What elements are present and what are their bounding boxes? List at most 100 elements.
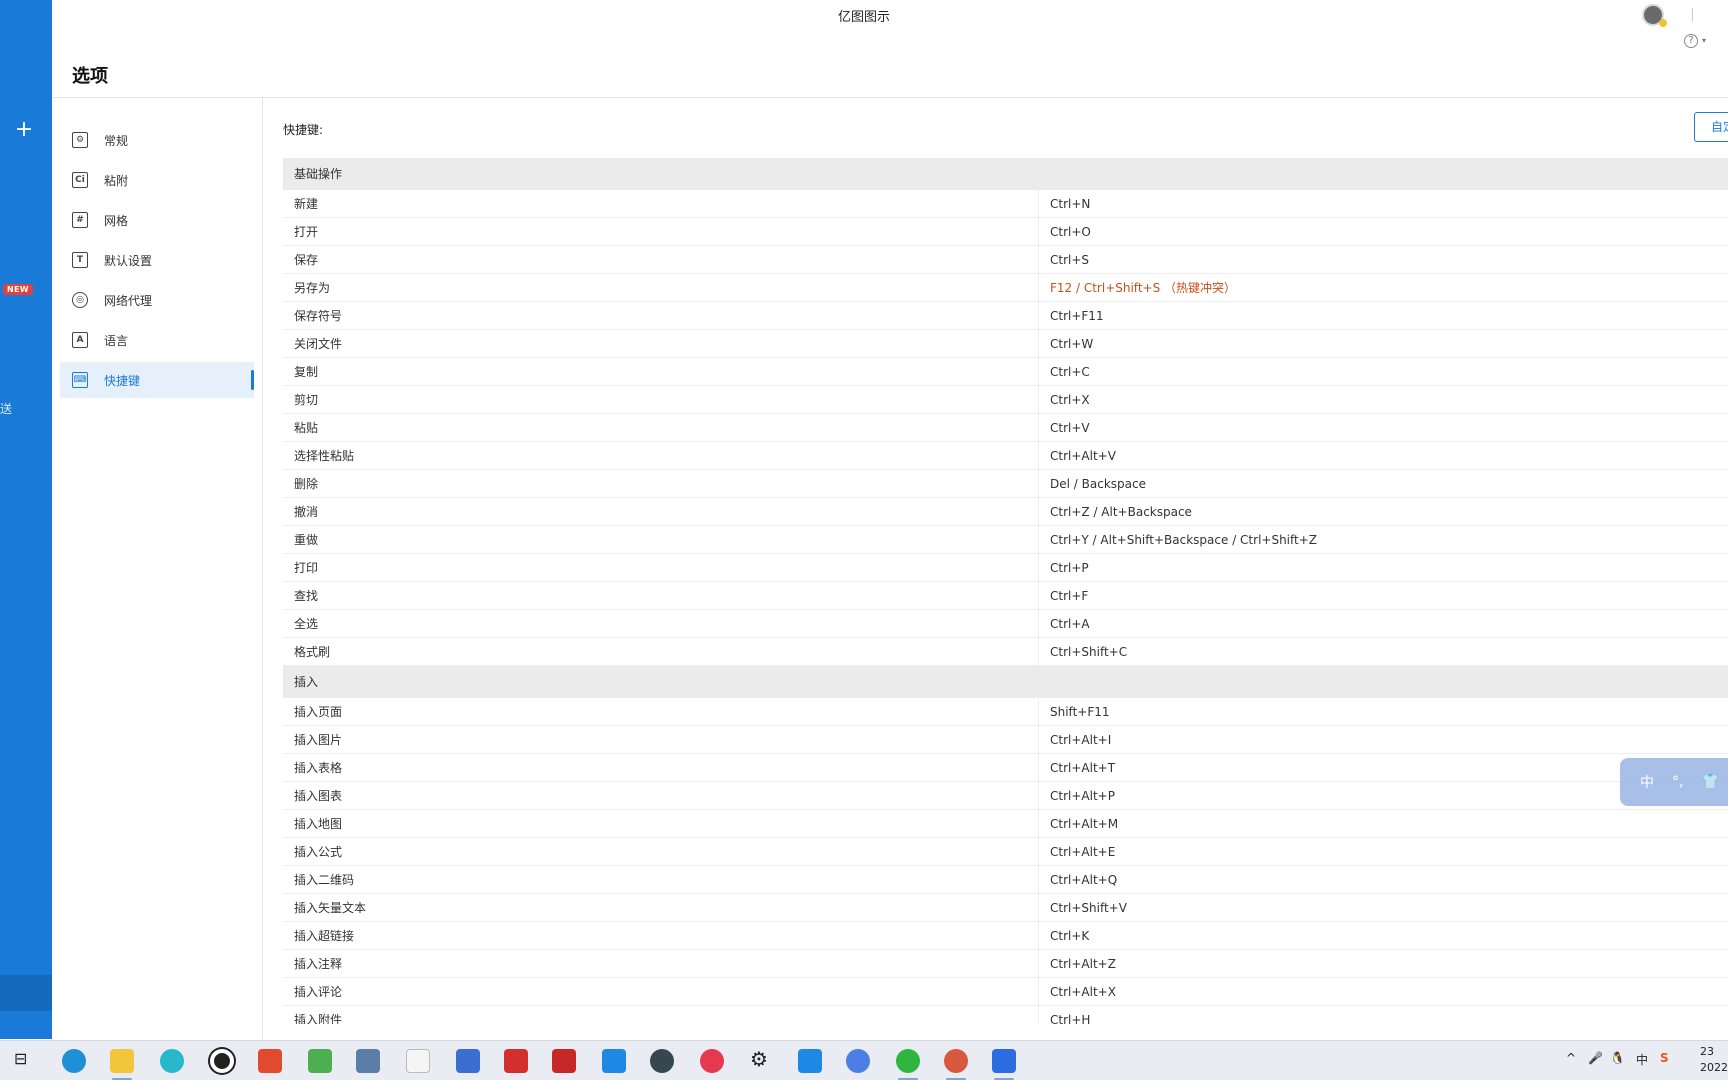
app-icon-colorful[interactable]	[258, 1049, 282, 1073]
table-row[interactable]: 查找 Ctrl+F	[283, 582, 1728, 610]
table-row[interactable]: 插入二维码 Ctrl+Alt+Q	[283, 866, 1728, 894]
table-row[interactable]: 插入矢量文本 Ctrl+Shift+V	[283, 894, 1728, 922]
table-row[interactable]: 全选 Ctrl+A	[283, 610, 1728, 638]
table-row[interactable]: 剪切 Ctrl+X	[283, 386, 1728, 414]
shortcut-keys[interactable]: Ctrl+Y / Alt+Shift+Backspace / Ctrl+Shif…	[1039, 526, 1317, 553]
shortcut-keys[interactable]: Ctrl+O	[1039, 218, 1091, 245]
shortcut-keys-conflict[interactable]: F12 / Ctrl+Shift+S （热键冲突）	[1039, 274, 1236, 301]
table-row[interactable]: 删除 Del / Backspace	[283, 470, 1728, 498]
wechat-icon[interactable]	[896, 1049, 920, 1073]
shortcut-keys[interactable]: Ctrl+H	[1039, 1006, 1090, 1024]
rail-side-text[interactable]: 送	[0, 400, 12, 417]
baidu-netdisk-icon[interactable]	[846, 1049, 870, 1073]
task-view-icon[interactable]: ⊟	[14, 1049, 27, 1068]
ime-toolbar[interactable]: 中 °, 👕	[1620, 758, 1728, 806]
shortcut-keys[interactable]: Ctrl+Alt+Z	[1039, 950, 1116, 977]
shortcut-keys[interactable]: Shift+F11	[1039, 698, 1110, 725]
table-row[interactable]: 粘贴 Ctrl+V	[283, 414, 1728, 442]
system-clock[interactable]: 23 2022	[1700, 1044, 1728, 1076]
nav-item-defaults[interactable]: T 默认设置	[60, 242, 254, 278]
nav-item-grid[interactable]: # 网格	[60, 202, 254, 238]
skin-icon[interactable]: 👕	[1701, 774, 1718, 790]
table-row[interactable]: 插入地图 Ctrl+Alt+M	[283, 810, 1728, 838]
table-row[interactable]: 复制 Ctrl+C	[283, 358, 1728, 386]
file-explorer-icon[interactable]	[110, 1049, 134, 1073]
shortcut-keys[interactable]: Ctrl+Alt+V	[1039, 442, 1116, 469]
table-row[interactable]: 关闭文件 Ctrl+W	[283, 330, 1728, 358]
table-row[interactable]: 新建 Ctrl+N	[283, 190, 1728, 218]
shortcut-keys[interactable]: Ctrl+P	[1039, 554, 1089, 581]
table-row[interactable]: 打开 Ctrl+O	[283, 218, 1728, 246]
table-row[interactable]: 另存为 F12 / Ctrl+Shift+S （热键冲突）	[283, 274, 1728, 302]
checkmark-app-icon[interactable]	[308, 1049, 332, 1073]
shortcut-keys[interactable]: Ctrl+Alt+M	[1039, 810, 1118, 837]
user-avatar[interactable]	[1642, 4, 1667, 27]
shortcut-keys[interactable]: Ctrl+V	[1039, 414, 1090, 441]
shortcut-keys[interactable]: Ctrl+Z / Alt+Backspace	[1039, 498, 1192, 525]
media-player-icon[interactable]	[160, 1049, 184, 1073]
table-row[interactable]: 选择性粘贴 Ctrl+Alt+V	[283, 442, 1728, 470]
shortcut-keys[interactable]: Ctrl+K	[1039, 922, 1089, 949]
edraw-icon[interactable]	[944, 1049, 968, 1073]
shortcut-keys[interactable]: Ctrl+N	[1039, 190, 1090, 217]
pdf-tool-icon[interactable]	[552, 1049, 576, 1073]
table-row[interactable]: 格式刷 Ctrl+Shift+C	[283, 638, 1728, 666]
shortcut-keys[interactable]: Ctrl+W	[1039, 330, 1093, 357]
tray-ime-indicator[interactable]: 中	[1636, 1051, 1648, 1068]
notepad-icon[interactable]	[406, 1049, 430, 1073]
shortcut-keys[interactable]: Ctrl+F11	[1039, 302, 1104, 329]
pdf-reader-icon[interactable]	[504, 1049, 528, 1073]
settings-gear-icon[interactable]: ⚙	[750, 1047, 768, 1071]
table-row[interactable]: 保存符号 Ctrl+F11	[283, 302, 1728, 330]
nav-item-general[interactable]: ⚙ 常规	[60, 122, 254, 158]
nav-item-language[interactable]: A 语言	[60, 322, 254, 358]
tencent-docs-icon[interactable]	[798, 1049, 822, 1073]
table-row[interactable]: 插入表格 Ctrl+Alt+T	[283, 754, 1728, 782]
feishu-icon[interactable]	[602, 1049, 626, 1073]
nav-item-proxy[interactable]: ◎ 网络代理	[60, 282, 254, 318]
table-row[interactable]: 插入附件 Ctrl+H	[283, 1006, 1728, 1024]
app-d-icon[interactable]	[992, 1049, 1016, 1073]
chevron-down-icon[interactable]: ▾	[1702, 36, 1706, 45]
shortcut-keys[interactable]: Ctrl+Alt+P	[1039, 782, 1115, 809]
edge-browser-icon[interactable]	[62, 1049, 86, 1073]
table-row[interactable]: 重做 Ctrl+Y / Alt+Shift+Backspace / Ctrl+Sh…	[283, 526, 1728, 554]
shortcut-keys[interactable]: Ctrl+X	[1039, 386, 1090, 413]
document-viewer-icon[interactable]	[356, 1049, 380, 1073]
table-row[interactable]: 插入超链接 Ctrl+K	[283, 922, 1728, 950]
shortcut-keys[interactable]: Ctrl+S	[1039, 246, 1089, 273]
shortcut-keys[interactable]: Del / Backspace	[1039, 470, 1146, 497]
table-row[interactable]: 插入图片 Ctrl+Alt+I	[283, 726, 1728, 754]
table-row[interactable]: 撤消 Ctrl+Z / Alt+Backspace	[283, 498, 1728, 526]
windows-app-icon[interactable]	[456, 1049, 480, 1073]
customize-button[interactable]: 自定义	[1694, 112, 1728, 142]
shortcut-keys[interactable]: Ctrl+Alt+T	[1039, 754, 1115, 781]
ime-punct-toggle[interactable]: °,	[1672, 774, 1683, 790]
recorder-icon[interactable]	[700, 1049, 724, 1073]
shortcut-keys[interactable]: Ctrl+A	[1039, 610, 1090, 637]
camera-app-icon[interactable]	[650, 1049, 674, 1073]
shortcut-keys[interactable]: Ctrl+Shift+V	[1039, 894, 1127, 921]
sogou-ime-icon[interactable]: S	[1660, 1051, 1669, 1065]
table-row[interactable]: 保存 Ctrl+S	[283, 246, 1728, 274]
table-row[interactable]: 打印 Ctrl+P	[283, 554, 1728, 582]
ime-lang-toggle[interactable]: 中	[1640, 772, 1654, 792]
microphone-icon[interactable]: 🎤	[1588, 1051, 1603, 1065]
new-file-plus-icon[interactable]: +	[14, 119, 34, 141]
chevron-up-icon[interactable]: ^	[1566, 1051, 1576, 1065]
shortcut-keys[interactable]: Ctrl+C	[1039, 358, 1090, 385]
table-row[interactable]: 插入评论 Ctrl+Alt+X	[283, 978, 1728, 1006]
table-row[interactable]: 插入注释 Ctrl+Alt+Z	[283, 950, 1728, 978]
shortcut-keys[interactable]: Ctrl+F	[1039, 582, 1088, 609]
table-row[interactable]: 插入页面 Shift+F11	[283, 698, 1728, 726]
shortcut-keys[interactable]: Ctrl+Alt+X	[1039, 978, 1116, 1005]
nav-item-shortcuts[interactable]: ⌨ 快捷键	[60, 362, 254, 398]
table-row[interactable]: 插入公式 Ctrl+Alt+E	[283, 838, 1728, 866]
shortcut-keys[interactable]: Ctrl+Shift+C	[1039, 638, 1127, 665]
rail-bottom-item[interactable]	[0, 975, 52, 1011]
shortcut-keys[interactable]: Ctrl+Alt+Q	[1039, 866, 1117, 893]
record-icon[interactable]	[210, 1049, 234, 1073]
shortcut-keys[interactable]: Ctrl+Alt+I	[1039, 726, 1111, 753]
table-row[interactable]: 插入图表 Ctrl+Alt+P	[283, 782, 1728, 810]
shortcut-keys[interactable]: Ctrl+Alt+E	[1039, 838, 1115, 865]
